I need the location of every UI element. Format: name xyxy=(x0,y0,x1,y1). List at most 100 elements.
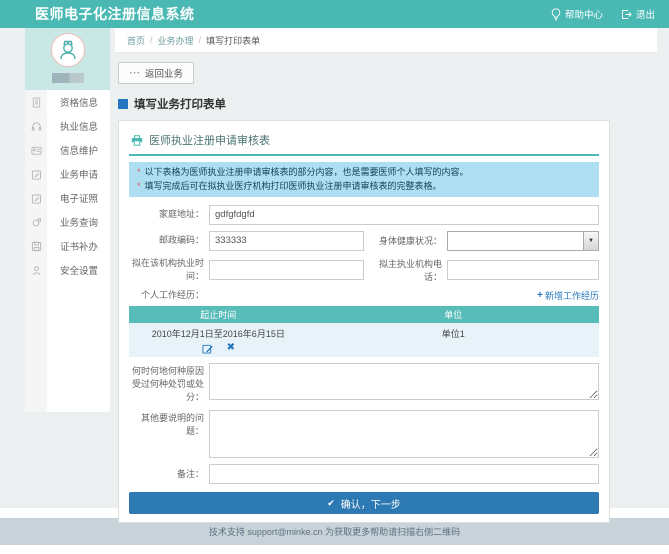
avatar xyxy=(51,33,85,67)
add-work-experience-link[interactable]: + 新增工作经历 xyxy=(537,289,599,302)
info-line: *填写完成后可在拟执业医疗机构打印医师执业注册申请审核表的完整表格。 xyxy=(137,179,591,193)
note-marker: * xyxy=(137,167,141,177)
row-actions: ✖ xyxy=(129,343,308,354)
form-col-left: 邮政编码： xyxy=(129,231,364,251)
sidebar-item-label: 资格信息 xyxy=(60,95,98,109)
puzzle-icon xyxy=(25,217,47,228)
sidebar-item-certificate-reissue[interactable]: 证书补办 xyxy=(25,234,110,258)
edit-icon[interactable] xyxy=(202,343,213,354)
info-line: * 以下表格为医师执业注册申请审核表的部分内容，也是需要医师个人填写的内容。 xyxy=(137,165,591,179)
other-issues-label: 其他要说明的问题： xyxy=(129,410,209,438)
user-profile-block xyxy=(25,28,110,90)
help-center-link[interactable]: 帮助中心 xyxy=(551,7,603,21)
form-panel: 医师执业注册申请审核表 * 以下表格为医师执业注册申请审核表的部分内容，也是需要医… xyxy=(118,120,610,523)
section-marker xyxy=(118,99,128,109)
document-icon xyxy=(25,97,47,108)
info-box: * 以下表格为医师执业注册申请审核表的部分内容，也是需要医师个人填写的内容。 *填… xyxy=(129,162,599,197)
sidebar-item-business-query[interactable]: 业务查询 xyxy=(25,210,110,234)
health-status-label: 身体健康状况： xyxy=(364,234,447,247)
form-title: 医师执业注册申请审核表 xyxy=(149,132,270,148)
remarks-input[interactable] xyxy=(209,464,599,484)
other-issues-textarea[interactable] xyxy=(209,410,599,458)
sidebar-item-label: 执业信息 xyxy=(60,119,98,133)
postal-code-input[interactable] xyxy=(209,231,364,251)
page-title-text: 填写业务打印表单 xyxy=(134,96,226,112)
help-center-label: 帮助中心 xyxy=(565,7,603,21)
breadcrumb-separator: / xyxy=(199,35,202,45)
form-row: 备注： xyxy=(129,464,599,484)
delete-icon[interactable]: ✖ xyxy=(227,343,235,353)
plus-icon: + xyxy=(537,290,543,301)
headset-icon xyxy=(25,121,47,132)
user-name-redacted xyxy=(52,73,84,83)
sidebar-item-label: 安全设置 xyxy=(60,263,98,277)
sidebar-item-label: 证书补办 xyxy=(60,239,98,253)
chevron-down-icon[interactable]: ▼ xyxy=(583,232,598,250)
breadcrumb-home[interactable]: 首页 xyxy=(127,34,145,47)
logout-link[interactable]: 退出 xyxy=(621,7,655,21)
sidebar-menu: 资格信息 执业信息 信息维护 业务申请 电子证照 业务查询 xyxy=(25,90,110,412)
note-marker: * xyxy=(137,181,141,191)
lightbulb-icon xyxy=(551,8,561,21)
pen-square-icon xyxy=(25,169,47,180)
return-business-label: 返回业务 xyxy=(145,66,183,80)
return-business-button[interactable]: ⋯ 返回业务 xyxy=(118,62,194,84)
work-experience-label: 个人工作经历： xyxy=(129,289,209,302)
confirm-next-button[interactable]: ✔ 确认，下一步 xyxy=(129,492,599,514)
breadcrumb-separator: / xyxy=(150,35,153,45)
form-row: 何时何地何种原因受过何种处罚或处分： xyxy=(129,363,599,404)
header-actions: 帮助中心 退出 xyxy=(551,7,655,21)
sidebar-item-info-maintenance[interactable]: 信息维护 xyxy=(25,138,110,162)
org-phone-label: 拟主执业机构电话： xyxy=(364,257,447,283)
breadcrumb: 首页 / 业务办理 / 填写打印表单 xyxy=(115,28,657,53)
pen-square-icon xyxy=(25,193,47,204)
table-row: 2010年12月1日至2016年6月15日 ✖ 单位1 xyxy=(129,323,599,357)
logout-label: 退出 xyxy=(636,7,655,21)
sidebar-item-label: 业务查询 xyxy=(60,215,98,229)
sidebar-item-label: 业务申请 xyxy=(60,167,98,181)
sidebar-item-electronic-license[interactable]: 电子证照 xyxy=(25,186,110,210)
confirm-next-label: 确认，下一步 xyxy=(341,496,401,511)
home-address-input[interactable] xyxy=(209,205,599,225)
org-phone-input[interactable] xyxy=(447,260,599,280)
check-icon: ✔ xyxy=(327,498,335,509)
form-row: 家庭地址： xyxy=(129,205,599,225)
period-column-header: 起止时间 xyxy=(129,306,308,323)
form-row: 拟在该机构执业时间： 拟主执业机构电话： xyxy=(129,257,599,283)
app-title: 医师电子化注册信息系统 xyxy=(35,4,195,24)
remarks-label: 备注： xyxy=(129,468,209,481)
main-column: 首页 / 业务办理 / 填写打印表单 ⋯ 返回业务 填写业务打印表单 医师执业注… xyxy=(115,28,657,523)
sidebar-item-practice-info[interactable]: 执业信息 xyxy=(25,114,110,138)
form-col-right: 拟主执业机构电话： xyxy=(364,257,599,283)
unit-column-header: 单位 xyxy=(308,306,599,323)
punishment-label: 何时何地何种原因受过何种处罚或处分： xyxy=(129,363,209,404)
page-title: 填写业务打印表单 xyxy=(118,96,657,112)
form-row: 邮政编码： 身体健康状况： ▼ xyxy=(129,231,599,251)
punishment-textarea[interactable] xyxy=(209,363,599,400)
logout-icon xyxy=(621,9,632,20)
footer-text: 技术支持 support@minke.cn 为获取更多帮助请扫描右侧二维码 xyxy=(209,525,460,538)
sidebar-item-business-application[interactable]: 业务申请 xyxy=(25,162,110,186)
application-form: 家庭地址： 邮政编码： 身体健康状况： ▼ xyxy=(129,205,599,514)
printer-icon xyxy=(131,135,143,146)
postal-code-label: 邮政编码： xyxy=(129,234,209,247)
health-status-select[interactable]: ▼ xyxy=(447,231,599,251)
info-line-text: 以下表格为医师执业注册申请审核表的部分内容，也是需要医师个人填写的内容。 xyxy=(145,167,469,177)
table-header-row: 起止时间 单位 xyxy=(129,306,599,323)
breadcrumb-business[interactable]: 业务办理 xyxy=(158,34,194,47)
content-area: 资格信息 执业信息 信息维护 业务申请 电子证照 业务查询 xyxy=(0,28,669,508)
id-card-icon xyxy=(25,145,47,156)
health-status-value xyxy=(448,232,583,250)
sidebar-item-security-settings[interactable]: 安全设置 xyxy=(25,258,110,282)
sidebar: 资格信息 执业信息 信息维护 业务申请 电子证照 业务查询 xyxy=(25,28,110,412)
breadcrumb-current: 填写打印表单 xyxy=(206,34,260,47)
home-address-label: 家庭地址： xyxy=(129,208,209,221)
work-experience-header: 个人工作经历： + 新增工作经历 xyxy=(129,289,599,302)
floppy-icon xyxy=(25,241,47,252)
doctor-icon xyxy=(56,38,80,62)
sidebar-item-qualification-info[interactable]: 资格信息 xyxy=(25,90,110,114)
practice-time-label: 拟在该机构执业时间： xyxy=(129,257,209,283)
form-row: 其他要说明的问题： xyxy=(129,410,599,458)
practice-time-input[interactable] xyxy=(209,260,364,280)
sidebar-item-label: 电子证照 xyxy=(60,191,98,205)
